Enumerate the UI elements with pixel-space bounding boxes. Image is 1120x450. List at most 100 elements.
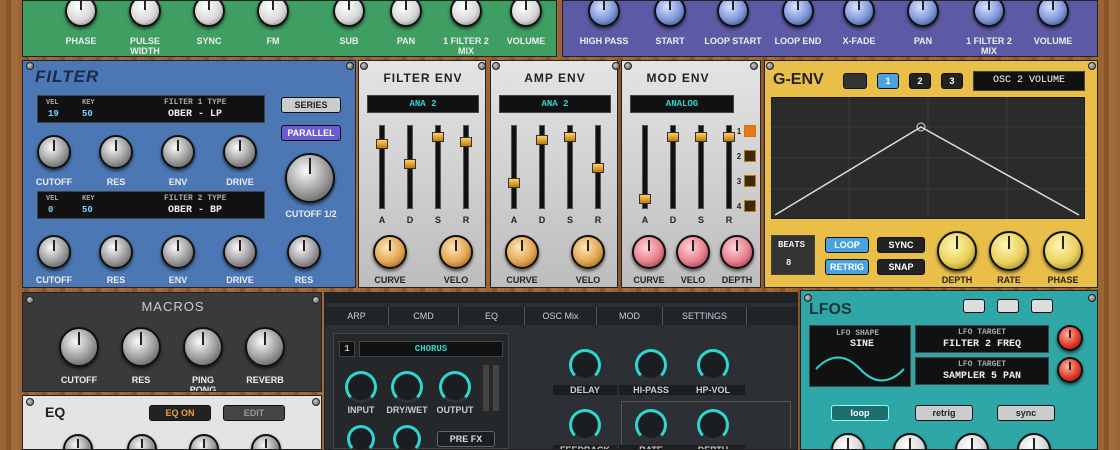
amp-env-s-fader[interactable] — [564, 125, 576, 209]
beats-box[interactable]: BEATS 8 — [771, 235, 815, 275]
mod-env-s-fader[interactable] — [695, 125, 707, 209]
sampler-high-pass-knob[interactable] — [588, 1, 620, 27]
fader-cap[interactable] — [667, 132, 679, 142]
macro-res-knob[interactable] — [121, 327, 161, 367]
macro-reverb-knob[interactable] — [245, 327, 285, 367]
osc-pulse-width-knob[interactable] — [129, 1, 161, 27]
fx-tab-mod[interactable]: MOD — [597, 307, 663, 325]
filter2-res-knob[interactable] — [99, 235, 133, 269]
parallel-button[interactable]: PARALLEL — [281, 125, 341, 141]
eq-knob-4[interactable] — [251, 434, 281, 449]
mod-env-a-fader[interactable] — [639, 125, 651, 209]
osc-1-filter-2-mix-knob[interactable] — [450, 1, 482, 27]
osc-fm-knob[interactable] — [257, 1, 289, 27]
fx-depth-knob[interactable] — [697, 409, 729, 441]
sampler-volume-knob[interactable] — [1037, 1, 1069, 27]
amp-env-d-fader[interactable] — [536, 125, 548, 209]
fader-cap[interactable] — [432, 132, 444, 142]
fx-feedback-knob[interactable] — [569, 409, 601, 441]
lfo-shape-display[interactable]: LFO SHAPE SINE — [809, 325, 911, 387]
lfo-target-2[interactable]: LFO TARGET SAMPLER 5 PAN — [915, 357, 1049, 385]
filter1-cutoff-knob[interactable] — [37, 135, 71, 169]
filter-env-a-fader[interactable] — [376, 125, 388, 209]
filter2-res-knob[interactable] — [287, 235, 321, 269]
filter2-env-knob[interactable] — [161, 235, 195, 269]
filter-env-preset[interactable]: ANA 2 — [367, 95, 479, 113]
fx-slot-number[interactable]: 1 — [339, 341, 355, 357]
fx-tab-osc-mix[interactable]: OSC Mix — [525, 307, 597, 325]
fader-cap[interactable] — [564, 132, 576, 142]
eq-knob-2[interactable] — [127, 434, 157, 449]
lfo-tab-1[interactable] — [963, 299, 985, 313]
genv-tab-1[interactable]: 1 — [877, 73, 899, 89]
mod-slot-3[interactable] — [744, 175, 756, 187]
loop-button[interactable]: LOOP — [825, 237, 869, 253]
filter2-drive-knob[interactable] — [223, 235, 257, 269]
mod-env-velo-knob[interactable] — [676, 235, 710, 269]
filter-env-curve-knob[interactable] — [373, 235, 407, 269]
filter-env-d-fader[interactable] — [404, 125, 416, 209]
mod-env-curve-knob[interactable] — [632, 235, 666, 269]
osc-pan-knob[interactable] — [390, 1, 422, 27]
retrig-button[interactable]: RETRIG — [825, 259, 869, 275]
snap-button[interactable]: SNAP — [877, 259, 925, 275]
amp-env-curve-knob[interactable] — [505, 235, 539, 269]
lfo-knob-4[interactable] — [1017, 433, 1051, 449]
mod-slot-1[interactable] — [744, 125, 756, 137]
genv-target-display[interactable]: OSC 2 VOLUME — [973, 71, 1085, 91]
filter1-env-knob[interactable] — [161, 135, 195, 169]
sampler-loop-end-knob[interactable] — [782, 1, 814, 27]
sampler-loop-start-knob[interactable] — [717, 1, 749, 27]
filter1-drive-knob[interactable] — [223, 135, 257, 169]
eq-on-button[interactable]: EQ ON — [149, 405, 211, 421]
sampler-start-knob[interactable] — [654, 1, 686, 27]
osc-sub-knob[interactable] — [333, 1, 365, 27]
fx-output-knob[interactable] — [439, 371, 471, 403]
eq-edit-button[interactable]: EDIT — [223, 405, 285, 421]
fader-cap[interactable] — [536, 135, 548, 145]
osc-sync-knob[interactable] — [193, 1, 225, 27]
filter-env-velo-knob[interactable] — [439, 235, 473, 269]
fader-cap[interactable] — [695, 132, 707, 142]
mod-slot-2[interactable] — [744, 150, 756, 162]
genv-graph[interactable] — [771, 97, 1085, 219]
fx-hi-pass-knob[interactable] — [635, 349, 667, 381]
fader-cap[interactable] — [508, 178, 520, 188]
genv-tab-2[interactable]: 2 — [909, 73, 931, 89]
fx-extra-knob-2[interactable] — [393, 425, 421, 449]
cutoff-1-2-knob[interactable] — [285, 153, 335, 203]
fx-input-knob[interactable] — [345, 371, 377, 403]
amp-env-preset[interactable]: ANA 2 — [499, 95, 611, 113]
fx-effect-select[interactable]: CHORUS — [359, 341, 503, 357]
filter1-res-knob[interactable] — [99, 135, 133, 169]
lfo-sync-button[interactable]: sync — [997, 405, 1055, 421]
mod-env-d-fader[interactable] — [667, 125, 679, 209]
fx-tab-cmd[interactable]: CMD — [389, 307, 459, 325]
genv-tab-3[interactable]: 3 — [941, 73, 963, 89]
sync-button[interactable]: SYNC — [877, 237, 925, 253]
filter-env-s-fader[interactable] — [432, 125, 444, 209]
sampler-1-filter-2-mix-knob[interactable] — [973, 1, 1005, 27]
macro-cutoff-knob[interactable] — [59, 327, 99, 367]
osc-volume-knob[interactable] — [510, 1, 542, 27]
eq-knob-1[interactable] — [63, 434, 93, 449]
fx-tab-arp[interactable]: ARP — [325, 307, 389, 325]
genv-depth-knob[interactable] — [937, 231, 977, 271]
series-button[interactable]: SERIES — [281, 97, 341, 113]
eq-knob-3[interactable] — [189, 434, 219, 449]
osc-phase-knob[interactable] — [65, 1, 97, 27]
genv-rate-knob[interactable] — [989, 231, 1029, 271]
lfo-depth-knob-2[interactable] — [1057, 357, 1083, 383]
fx-delay-knob[interactable] — [569, 349, 601, 381]
filter2-display[interactable]: VEL 0 KEY 50 FILTER 2 TYPE OBER - BP — [37, 191, 265, 219]
fx-tab-eq[interactable]: EQ — [459, 307, 525, 325]
genv-phase-knob[interactable] — [1043, 231, 1083, 271]
lfo-retrig-button[interactable]: retrig — [915, 405, 973, 421]
mod-env-r-fader[interactable] — [723, 125, 735, 209]
lfo-target-1[interactable]: LFO TARGET FILTER 2 FREQ — [915, 325, 1049, 353]
sampler-x-fade-knob[interactable] — [843, 1, 875, 27]
filter2-cutoff-knob[interactable] — [37, 235, 71, 269]
fader-cap[interactable] — [460, 137, 472, 147]
fx-extra-knob-1[interactable] — [347, 425, 375, 449]
lfo-tab-2[interactable] — [997, 299, 1019, 313]
